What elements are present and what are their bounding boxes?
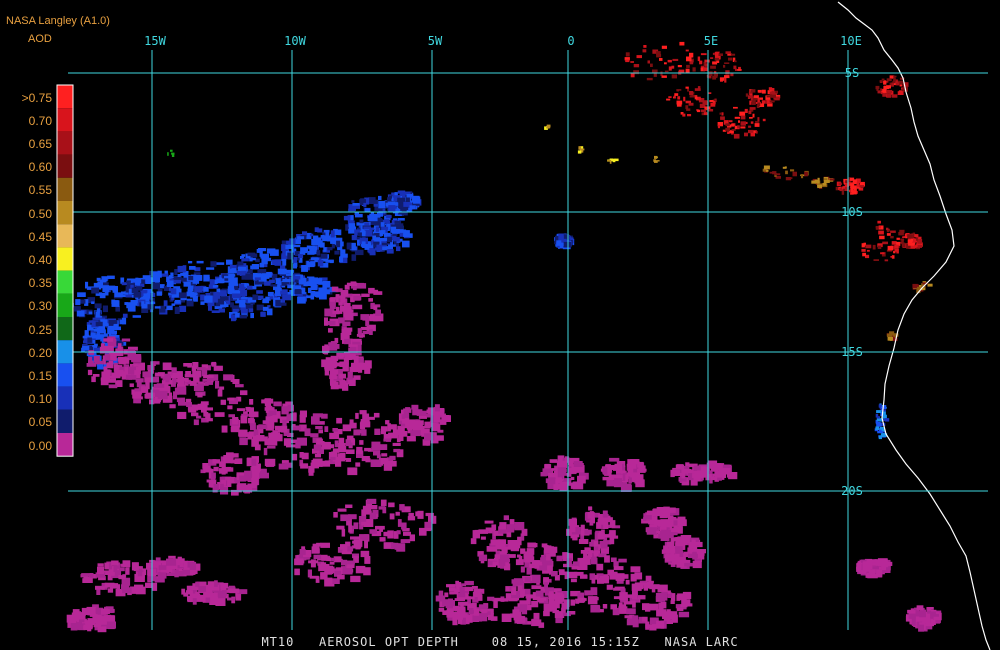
longitude-label: 10W: [284, 34, 306, 48]
scale-swatch: [57, 201, 73, 225]
footer-credit: NASA LARC: [664, 635, 739, 649]
scale-label: 0.35: [28, 276, 52, 291]
scale-swatch: [57, 270, 73, 294]
scale-swatch: [57, 386, 73, 410]
scale-label: >0.75: [21, 90, 52, 105]
scale-swatch: [57, 177, 73, 201]
longitude-label: 5W: [428, 34, 443, 48]
footer-caption: MT10 AEROSOL OPT DEPTH 08 15, 2016 15:15…: [0, 634, 1000, 650]
latitude-label: 20S: [841, 484, 863, 498]
latitude-label: 10S: [841, 205, 863, 219]
longitude-label: 10E: [840, 34, 862, 48]
scale-swatch: [57, 247, 73, 271]
footer-time: 15:15Z: [590, 635, 640, 649]
latitude-label: 5S: [845, 66, 859, 80]
scale-label: 0.05: [28, 415, 52, 430]
scale-label: 0.30: [28, 299, 52, 314]
scale-swatch: [57, 317, 73, 341]
latitude-label: 15S: [841, 345, 863, 359]
scale-label: 0.20: [28, 345, 52, 360]
scale-swatch: [57, 433, 73, 457]
scale-label: 0.60: [28, 160, 52, 175]
scale-label: 0.00: [28, 438, 52, 453]
longitude-label: 0: [567, 34, 574, 48]
scale-swatch: [57, 108, 73, 132]
scale-swatch: [57, 131, 73, 155]
scale-swatch: [57, 224, 73, 248]
product-label: AOD: [28, 33, 52, 45]
footer-date: 08 15, 2016: [491, 635, 583, 649]
scale-swatch: [57, 340, 73, 364]
scale-swatch: [57, 154, 73, 178]
scale-label: 0.65: [28, 137, 52, 151]
scale-label: 0.50: [28, 206, 52, 221]
scale-swatch: [57, 85, 73, 109]
longitude-label: 5E: [704, 34, 718, 48]
scale-label: 0.45: [28, 229, 52, 244]
scale-label: 0.15: [28, 369, 52, 383]
color-scale: [56, 84, 74, 457]
scale-swatch: [57, 293, 73, 317]
longitude-label: 15W: [144, 34, 166, 48]
scale-label: 0.55: [28, 183, 52, 198]
footer-title: AEROSOL OPT DEPTH: [319, 635, 459, 649]
scale-swatch: [57, 363, 73, 387]
scale-label: 0.10: [28, 392, 52, 407]
footer-product: MT10: [261, 635, 295, 649]
aod-map: 15W 10W 5W 0 5E 10E 5S 10S 15S 20S: [0, 0, 1000, 650]
scale-label: 0.40: [28, 253, 52, 267]
scale-swatch: [57, 409, 73, 433]
scale-label: 0.25: [28, 322, 52, 337]
scale-label: 0.70: [28, 113, 52, 128]
source-label: NASA Langley (A1.0): [6, 15, 110, 27]
